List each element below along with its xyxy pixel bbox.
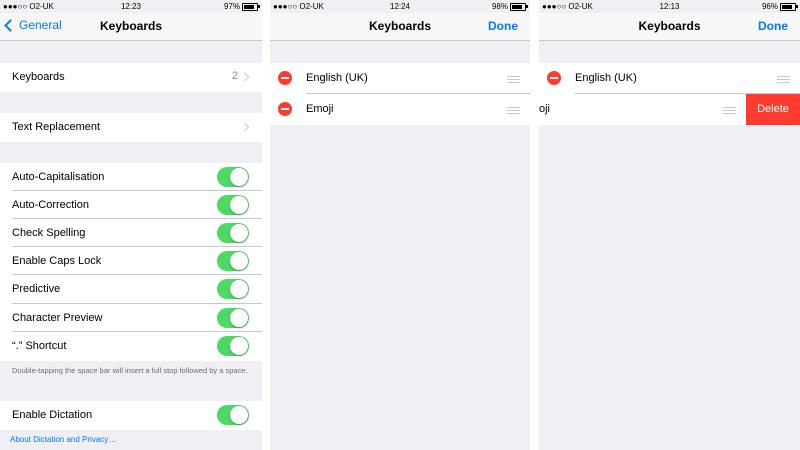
toggle-row-check-spelling: Check Spelling: [0, 219, 262, 247]
keyboard-item-emoji-swiped: oji Delete: [539, 94, 800, 125]
battery-indicator: 98%: [491, 2, 528, 11]
keyboard-name: oji: [539, 103, 551, 115]
toggle-label: “.” Shortcut: [12, 340, 67, 352]
status-time: 12:13: [659, 2, 680, 11]
status-bar: ●●●○○ O2-UK 12:13 96%: [539, 0, 800, 13]
delete-circle-icon[interactable]: [547, 71, 561, 85]
toggle-label: Auto-Capitalisation: [12, 171, 105, 183]
battery-percent: 96%: [761, 2, 778, 11]
toggle-label: Check Spelling: [12, 227, 86, 239]
keyboards-count: 2: [231, 70, 238, 82]
navigation-bar: Keyboards Done: [539, 13, 800, 41]
toggle-row-character-preview: Character Preview: [0, 304, 262, 332]
keyboards-delete-panel: ●●●○○ O2-UK 12:13 96% Keyboards Done Eng…: [539, 0, 800, 450]
keyboard-item-english-uk: English (UK): [270, 63, 530, 94]
navigation-bar: Keyboards Done: [270, 13, 530, 41]
check-spelling-toggle[interactable]: [217, 223, 249, 243]
reorder-handle-icon[interactable]: [507, 107, 520, 114]
toggle-label: Enable Dictation: [12, 409, 93, 421]
status-bar: ●●●○○ O2-UK 12:23 97%: [0, 0, 262, 13]
enable-dictation-toggle[interactable]: [217, 405, 249, 425]
page-title: Keyboards: [99, 19, 163, 33]
enable-caps-lock-toggle[interactable]: [217, 251, 249, 271]
delete-circle-icon[interactable]: [278, 102, 292, 116]
battery-percent: 98%: [491, 2, 508, 11]
done-button[interactable]: Done: [758, 19, 788, 33]
battery-icon: [242, 2, 260, 11]
keyboard-name: English (UK): [306, 72, 368, 84]
toggle-label: Auto-Correction: [12, 199, 90, 211]
keyboard-name: Emoji: [306, 103, 334, 115]
keyboards-label: Keyboards: [12, 71, 65, 83]
keyboard-item-emoji: Emoji: [270, 94, 530, 125]
toggle-label: Character Preview: [12, 312, 103, 324]
keyboards-edit-panel: ●●●○○ O2-UK 12:24 98% Keyboards Done Eng…: [270, 0, 530, 450]
keyboard-item-english-uk: English (UK): [539, 63, 800, 94]
chevron-right-icon: [240, 122, 250, 132]
settings-keyboards-panel: ●●●○○ O2-UK 12:23 97% General Keyboards …: [0, 0, 262, 450]
toggle-row-predictive: Predictive: [0, 275, 262, 304]
battery-percent: 97%: [223, 2, 240, 11]
toggle-row-enable-dictation: Enable Dictation: [0, 401, 262, 430]
dictation-privacy-link[interactable]: About Dictation and Privacy…: [10, 435, 116, 444]
shortcut-toggle[interactable]: [217, 336, 249, 356]
battery-icon: [780, 2, 798, 11]
delete-circle-icon[interactable]: [278, 71, 292, 85]
battery-indicator: 96%: [761, 2, 798, 11]
toggle-row-auto-capitalisation: Auto-Capitalisation: [0, 163, 262, 191]
status-bar: ●●●○○ O2-UK 12:24 98%: [270, 0, 530, 13]
toggle-label: Predictive: [12, 283, 61, 295]
reorder-handle-icon[interactable]: [777, 76, 790, 83]
toggle-row-shortcut: “.” Shortcut: [0, 332, 262, 361]
toggle-label: Enable Caps Lock: [12, 255, 102, 267]
text-replacement-label: Text Replacement: [12, 121, 101, 133]
chevron-right-icon: [240, 72, 250, 82]
done-button[interactable]: Done: [488, 19, 518, 33]
navigation-bar: General Keyboards: [0, 13, 262, 41]
battery-icon: [510, 2, 528, 11]
battery-indicator: 97%: [223, 2, 260, 11]
toggle-row-enable-caps-lock: Enable Caps Lock: [0, 247, 262, 275]
delete-button[interactable]: Delete: [746, 94, 800, 125]
toggle-row-auto-correction: Auto-Correction: [0, 191, 262, 219]
keyboards-row[interactable]: Keyboards 2: [0, 63, 262, 92]
character-preview-toggle[interactable]: [217, 308, 249, 328]
shortcut-footnote: Double-tapping the space bar will insert…: [12, 366, 248, 375]
text-replacement-row[interactable]: Text Replacement: [0, 113, 262, 142]
auto-correction-toggle[interactable]: [217, 195, 249, 215]
keyboard-name: English (UK): [575, 72, 637, 84]
reorder-handle-icon[interactable]: [507, 76, 520, 83]
auto-capitalisation-toggle[interactable]: [217, 167, 249, 187]
predictive-toggle[interactable]: [217, 279, 249, 299]
status-time: 12:23: [120, 2, 142, 11]
reorder-handle-icon[interactable]: [723, 107, 736, 114]
